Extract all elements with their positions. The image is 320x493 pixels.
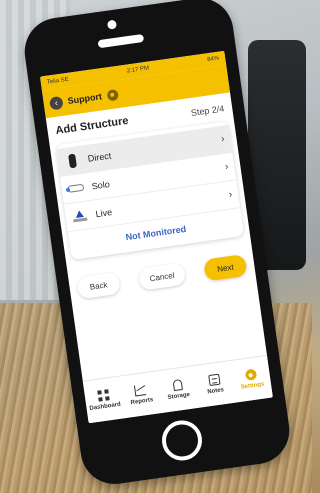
location-pin-icon[interactable]	[106, 88, 119, 102]
direct-sensor-icon	[63, 153, 81, 169]
notes-icon	[207, 373, 221, 387]
settings-icon	[244, 368, 258, 381]
tab-dashboard[interactable]: Dashboard	[83, 377, 126, 424]
back-button[interactable]: Back	[76, 271, 121, 300]
tab-label: Notes	[207, 387, 225, 396]
reports-icon	[134, 384, 147, 397]
back-chevron-icon[interactable]: ‹	[48, 95, 64, 111]
cancel-button[interactable]: Cancel	[137, 262, 187, 291]
time-label: 2:17 PM	[126, 65, 150, 75]
next-button[interactable]: Next	[203, 253, 248, 282]
live-sensor-icon	[71, 208, 89, 224]
carrier-label: Telia SE	[46, 76, 70, 86]
chevron-right-icon: ›	[228, 189, 234, 201]
chevron-right-icon: ›	[224, 161, 230, 173]
battery-label: 84%	[206, 55, 220, 64]
tab-notes[interactable]: Notes	[193, 361, 236, 408]
structure-options-card: Direct › Solo › Live › Not Monitored	[55, 120, 245, 261]
tab-label: Reports	[130, 397, 154, 407]
step-indicator: Step 2/4	[190, 103, 225, 118]
tab-label: Dashboard	[89, 401, 122, 412]
solo-sensor-icon	[67, 180, 85, 196]
tab-label: Storage	[167, 391, 191, 401]
page-title: Add Structure	[54, 114, 130, 137]
tab-settings[interactable]: Settings	[230, 356, 273, 403]
tab-storage[interactable]: Storage	[157, 366, 200, 413]
tab-reports[interactable]: Reports	[120, 371, 163, 418]
tab-label: Settings	[240, 381, 265, 391]
chevron-right-icon: ›	[220, 133, 226, 146]
header-title: Support	[66, 91, 103, 107]
storage-icon	[172, 379, 183, 392]
dashboard-icon	[97, 389, 110, 402]
